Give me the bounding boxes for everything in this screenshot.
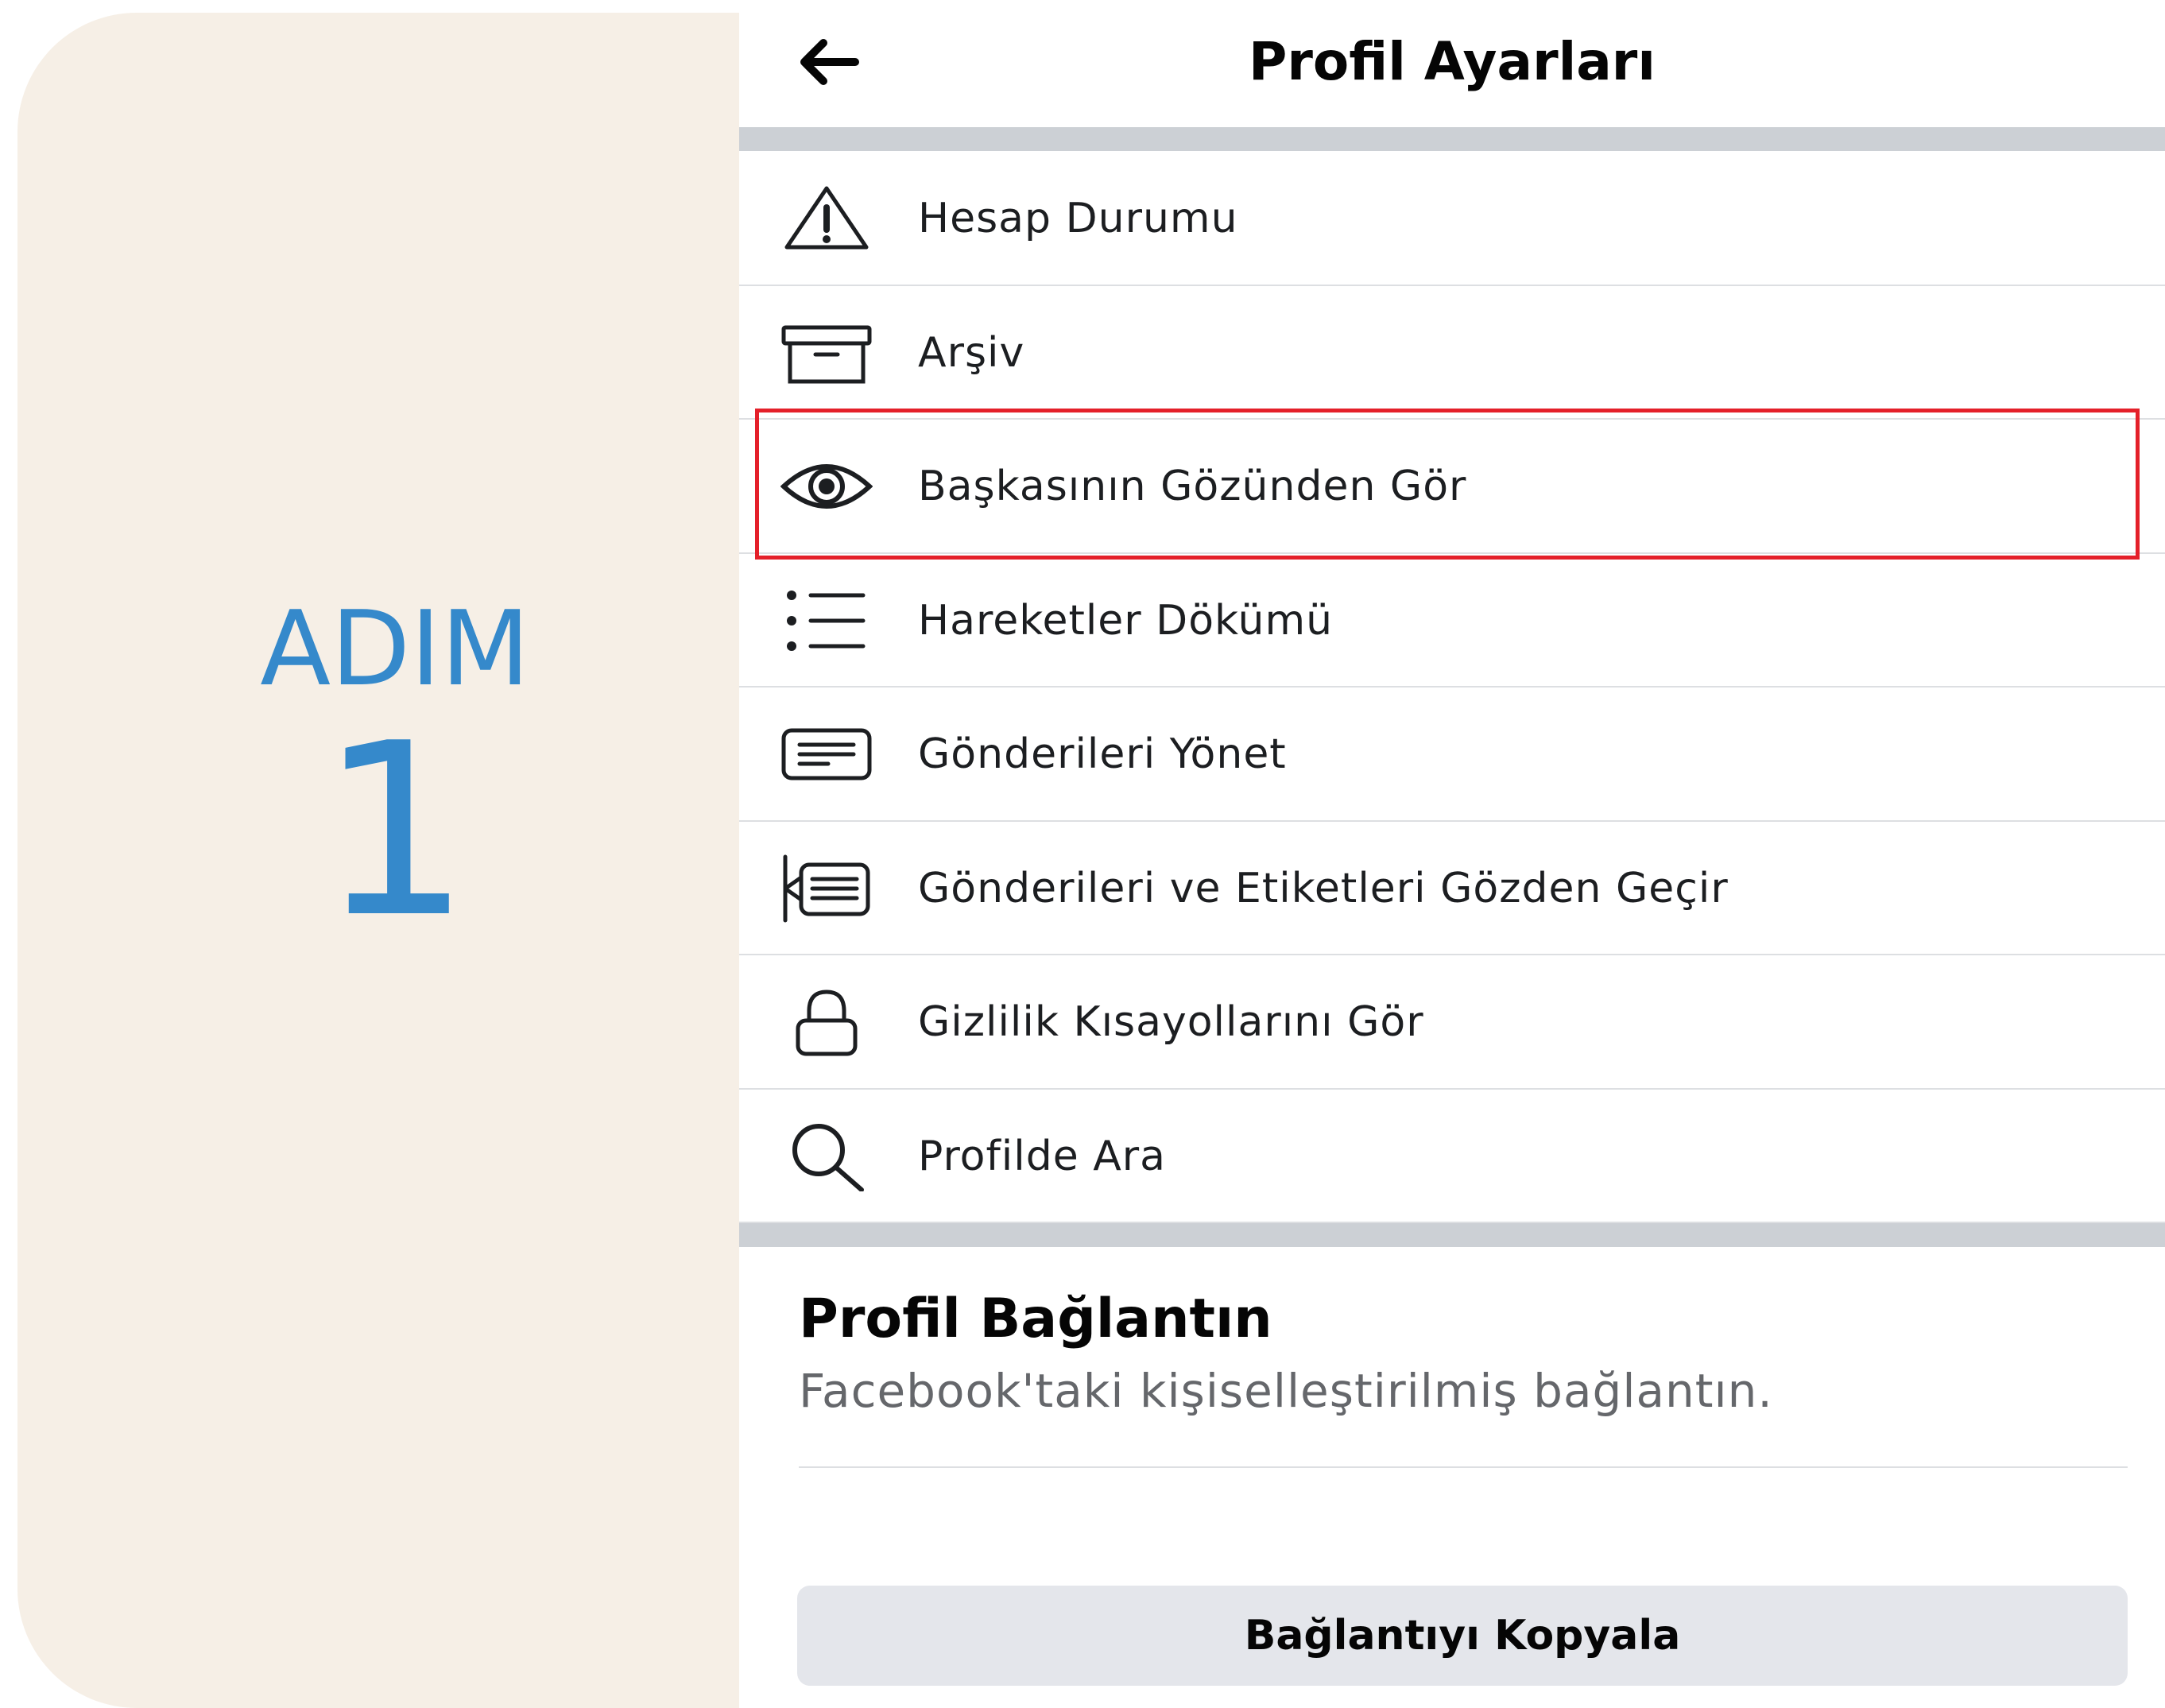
profile-link-title: Profil Bağlantın (799, 1288, 1272, 1350)
review-posts-icon (783, 854, 870, 922)
menu-item-label: Profilde Ara (918, 1132, 1167, 1180)
menu-item-manage-posts[interactable]: Gönderileri Yönet (739, 687, 2165, 822)
menu-item-label: Hareketler Dökümü (918, 596, 1334, 645)
menu-item-label: Gönderileri Yönet (918, 730, 1287, 778)
menu-item-label: Gizlilik Kısayollarını Gör (918, 998, 1424, 1046)
warning-icon (784, 186, 869, 250)
section-separator (739, 127, 2165, 151)
step-number: 1 (319, 692, 471, 970)
menu-item-activity-log[interactable]: Hareketler Dökümü (739, 554, 2165, 687)
profile-settings-screen: Profil Ayarları Hesap Durumu Arşiv Başka… (739, 0, 2165, 1708)
menu-item-search-profile[interactable]: Profilde Ara (739, 1090, 2165, 1223)
archive-icon (781, 325, 872, 383)
menu-item-account-status[interactable]: Hesap Durumu (739, 152, 2165, 286)
menu-item-label: Gönderileri ve Etiketleri Gözden Geçir (918, 864, 1729, 912)
menu-item-review-posts-tags[interactable]: Gönderileri ve Etiketleri Gözden Geçir (739, 822, 2165, 955)
posts-icon (781, 728, 872, 780)
profile-link-subtitle: Facebook'taki kişiselleştirilmiş bağlant… (799, 1364, 1773, 1418)
step-panel: ADIM 1 (17, 13, 755, 1708)
menu-item-label: Hesap Durumu (918, 195, 1238, 242)
settings-menu: Hesap Durumu Arşiv Başkasının Gözünden G… (739, 152, 2165, 1223)
copy-link-button[interactable]: Bağlantıyı Kopyala (797, 1586, 2128, 1686)
highlight-box (755, 409, 2140, 560)
divider (799, 1466, 2128, 1468)
step-word: ADIM (260, 588, 530, 709)
menu-item-privacy-shortcuts[interactable]: Gizlilik Kısayollarını Gör (739, 955, 2165, 1090)
menu-item-archive[interactable]: Arşiv (739, 286, 2165, 420)
list-icon (787, 590, 866, 651)
menu-item-label: Arşiv (918, 328, 1025, 377)
header: Profil Ayarları (739, 0, 2165, 127)
section-separator (739, 1223, 2165, 1247)
lock-icon (796, 990, 858, 1056)
search-icon (792, 1123, 864, 1191)
page-title: Profil Ayarları (1249, 31, 1656, 92)
